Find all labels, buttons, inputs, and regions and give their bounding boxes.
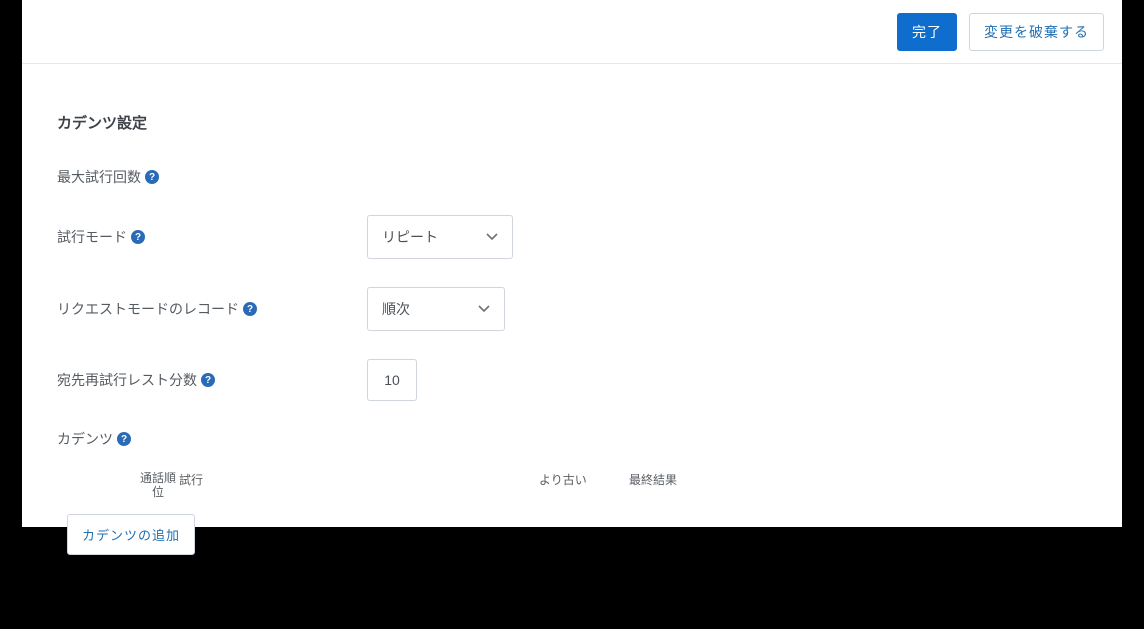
request-record-mode-select[interactable]: 順次 bbox=[367, 287, 505, 331]
retry-rest-minutes-input[interactable] bbox=[367, 359, 417, 401]
help-icon[interactable]: ? bbox=[201, 373, 215, 387]
help-icon[interactable]: ? bbox=[131, 230, 145, 244]
help-icon[interactable]: ? bbox=[117, 432, 131, 446]
attempt-mode-value: リピート bbox=[382, 227, 438, 247]
discard-button[interactable]: 変更を破棄する bbox=[969, 13, 1104, 51]
cadence-columns: 通話順位 試行 より古い 最終結果 bbox=[57, 471, 1087, 500]
row-request-record-mode: リクエストモードのレコード ? 順次 bbox=[57, 287, 1087, 331]
request-record-mode-value: 順次 bbox=[382, 299, 410, 319]
cadence-settings-form: カデンツ設定 最大試行回数 ? 試行モード ? リピート リクエストモードのレコ… bbox=[22, 64, 1122, 555]
section-title: カデンツ設定 bbox=[57, 112, 1087, 133]
col-attempt: 試行 bbox=[179, 471, 239, 500]
attempt-mode-select[interactable]: リピート bbox=[367, 215, 513, 259]
label-cadence: カデンツ bbox=[57, 429, 113, 449]
done-button[interactable]: 完了 bbox=[897, 13, 957, 51]
row-max-attempts: 最大試行回数 ? bbox=[57, 167, 1087, 187]
header-bar: 完了 変更を破棄する bbox=[22, 0, 1122, 64]
label-retry-rest-minutes: 宛先再試行レスト分数 bbox=[57, 370, 197, 390]
row-attempt-mode: 試行モード ? リピート bbox=[57, 215, 1087, 259]
col-older: より古い bbox=[539, 471, 629, 500]
row-retry-rest-minutes: 宛先再試行レスト分数 ? bbox=[57, 359, 1087, 401]
add-cadence-button[interactable]: カデンツの追加 bbox=[67, 514, 195, 555]
col-call-rank: 通話順位 bbox=[137, 471, 179, 500]
chevron-down-icon bbox=[486, 231, 498, 243]
help-icon[interactable]: ? bbox=[145, 170, 159, 184]
row-cadence-label: カデンツ ? bbox=[57, 429, 1087, 449]
chevron-down-icon bbox=[478, 303, 490, 315]
label-attempt-mode: 試行モード bbox=[57, 227, 127, 247]
label-max-attempts: 最大試行回数 bbox=[57, 167, 141, 187]
label-request-record-mode: リクエストモードのレコード bbox=[57, 299, 239, 319]
help-icon[interactable]: ? bbox=[243, 302, 257, 316]
col-final-result: 最終結果 bbox=[629, 471, 677, 500]
